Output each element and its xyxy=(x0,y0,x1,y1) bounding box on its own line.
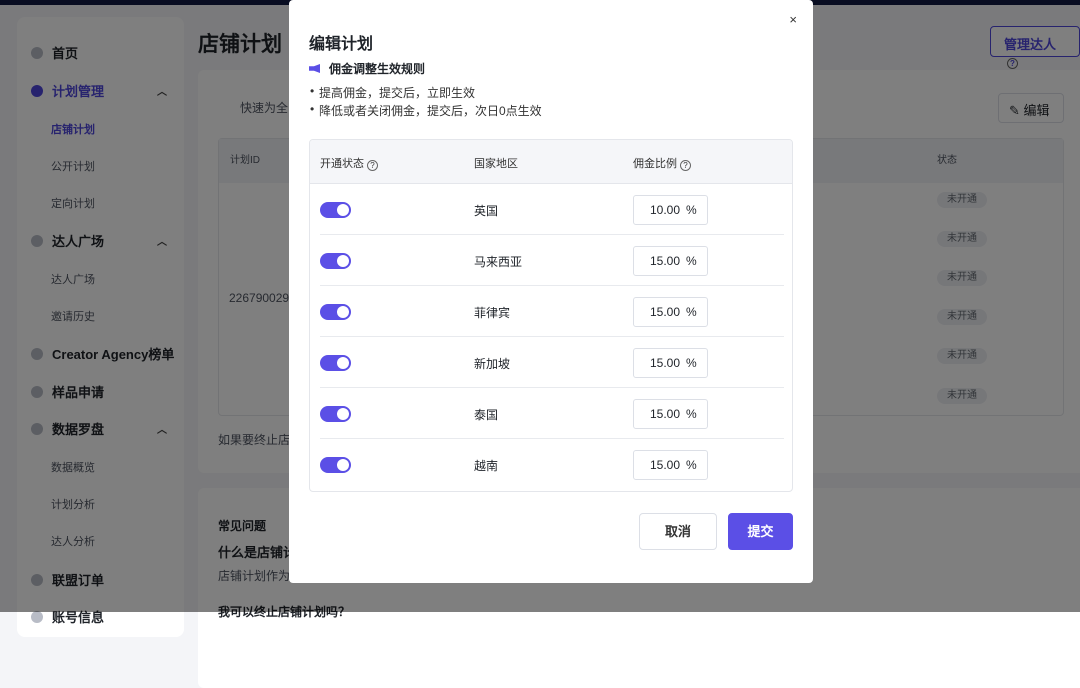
region-name: 泰国 xyxy=(474,408,499,422)
close-icon[interactable]: × xyxy=(789,12,797,27)
table-header: 开通状态? 国家地区 佣金比例? xyxy=(310,140,792,184)
rule-item: 提高佣金，提交后，立即生效 xyxy=(310,84,475,101)
percent-suffix: % xyxy=(686,254,697,268)
region-name: 新加坡 xyxy=(474,357,511,371)
table-row: 马来西亚 15.00% xyxy=(320,235,784,286)
cancel-button[interactable]: 取消 xyxy=(639,513,717,550)
percent-suffix: % xyxy=(686,458,697,472)
value: 15.00 xyxy=(650,356,681,370)
commission-table: 开通状态? 国家地区 佣金比例? 英国 10.00% 马来西亚 15.00% 菲… xyxy=(309,139,793,492)
dialog-title: 编辑计划 xyxy=(309,36,374,53)
commission-rate-input[interactable]: 15.00% xyxy=(633,399,708,429)
value: 15.00 xyxy=(650,458,681,472)
commission-rate-input[interactable]: 15.00% xyxy=(633,246,708,276)
rule-heading: 佣金调整生效规则 xyxy=(309,60,425,77)
status-toggle[interactable] xyxy=(320,202,351,218)
label: 佣金比例 xyxy=(633,158,677,170)
megaphone-icon xyxy=(309,64,320,73)
col-region-header: 国家地区 xyxy=(474,158,518,170)
submit-button[interactable]: 提交 xyxy=(728,513,793,550)
region-name: 英国 xyxy=(474,204,499,218)
percent-suffix: % xyxy=(686,407,697,421)
percent-suffix: % xyxy=(686,305,697,319)
status-toggle[interactable] xyxy=(320,406,351,422)
commission-rate-input[interactable]: 15.00% xyxy=(633,297,708,327)
region-name: 马来西亚 xyxy=(474,255,523,269)
edit-plan-dialog: × 编辑计划 佣金调整生效规则 提高佣金，提交后，立即生效 降低或者关闭佣金，提… xyxy=(289,0,813,583)
status-toggle[interactable] xyxy=(320,304,351,320)
status-toggle[interactable] xyxy=(320,457,351,473)
region-name: 越南 xyxy=(474,459,499,473)
table-row: 菲律宾 15.00% xyxy=(320,286,784,337)
value: 15.00 xyxy=(650,305,681,319)
status-toggle[interactable] xyxy=(320,355,351,371)
value: 15.00 xyxy=(650,254,681,268)
value: 10.00 xyxy=(650,203,681,217)
help-icon[interactable]: ? xyxy=(367,160,378,171)
commission-rate-input[interactable]: 15.00% xyxy=(633,450,708,480)
status-toggle[interactable] xyxy=(320,253,351,269)
region-name: 菲律宾 xyxy=(474,306,511,320)
percent-suffix: % xyxy=(686,203,697,217)
help-icon[interactable]: ? xyxy=(680,160,691,171)
table-row: 越南 15.00% xyxy=(320,439,784,490)
col-rate-header: 佣金比例? xyxy=(633,155,691,171)
percent-suffix: % xyxy=(686,356,697,370)
table-row: 英国 10.00% xyxy=(320,184,784,235)
label: 开通状态 xyxy=(320,158,364,170)
table-row: 泰国 15.00% xyxy=(320,388,784,439)
commission-rate-input[interactable]: 10.00% xyxy=(633,195,708,225)
table-row: 新加坡 15.00% xyxy=(320,337,784,388)
label: 佣金调整生效规则 xyxy=(329,62,426,76)
col-status-header: 开通状态? xyxy=(320,155,378,171)
rule-item: 降低或者关闭佣金，提交后，次日0点生效 xyxy=(310,102,542,119)
commission-rate-input[interactable]: 15.00% xyxy=(633,348,708,378)
account-icon xyxy=(31,610,43,623)
value: 15.00 xyxy=(650,407,681,421)
